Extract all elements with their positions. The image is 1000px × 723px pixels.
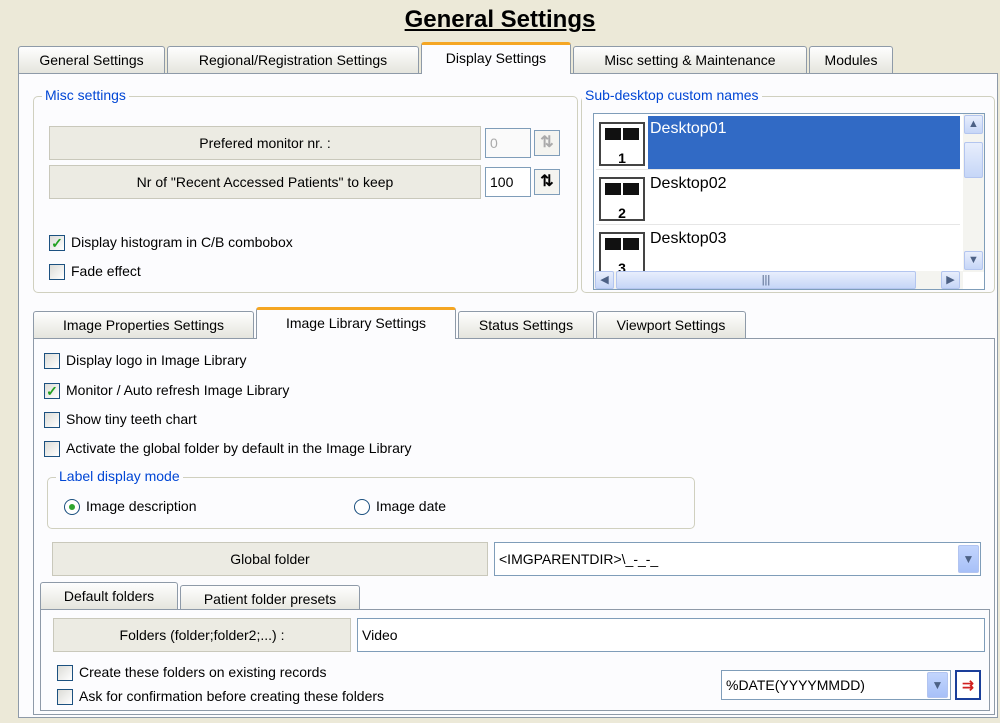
create-folders-label: Create these folders on existing records: [79, 664, 327, 680]
desktop-list[interactable]: 1 Desktop01 2 Desktop02 3 Desktop03 ▲ ▼ …: [593, 113, 985, 290]
folders-input[interactable]: Video: [357, 618, 985, 652]
desktop-icon: 1: [599, 122, 645, 166]
date-format-dropdown-icon[interactable]: ▼: [927, 672, 948, 698]
date-format-select[interactable]: %DATE(YYYYMMDD): [721, 670, 951, 700]
scroll-up-icon[interactable]: ▲: [964, 115, 983, 134]
label-mode-legend: Label display mode: [56, 468, 183, 484]
global-folder-default-label: Activate the global folder by default in…: [66, 440, 412, 456]
hscroll-thumb[interactable]: |||: [616, 271, 916, 289]
tab-general-settings[interactable]: General Settings: [18, 46, 165, 74]
scroll-left-icon[interactable]: ◀: [595, 271, 614, 289]
recent-spin-icon[interactable]: ⇅: [534, 169, 560, 195]
list-item[interactable]: 2 Desktop02: [596, 171, 960, 225]
teeth-chart-checkbox[interactable]: [44, 412, 60, 428]
misc-settings-group: Misc settings Prefered monitor nr. : 0 ⇅…: [33, 87, 578, 293]
subdesktop-group: Sub-desktop custom names 1 Desktop01 2 D…: [581, 87, 995, 293]
desktop-name: Desktop02: [650, 175, 727, 192]
global-folder-label: Global folder: [52, 542, 488, 576]
tab-misc-maintenance[interactable]: Misc setting & Maintenance: [573, 46, 807, 74]
window-title: General Settings: [404, 6, 596, 33]
global-folder-dropdown-icon[interactable]: ▼: [958, 545, 979, 573]
histogram-checkbox[interactable]: ✓: [49, 235, 65, 251]
create-folders-checkbox[interactable]: [57, 665, 73, 681]
tab-status-settings[interactable]: Status Settings: [458, 311, 594, 339]
tab-modules[interactable]: Modules: [809, 46, 893, 74]
folders-label: Folders (folder;folder2;...) :: [53, 618, 351, 652]
tab-regional-registration[interactable]: Regional/Registration Settings: [167, 46, 419, 74]
monitor-spin-icon[interactable]: ⇅: [534, 130, 560, 156]
image-library-panel: Display logo in Image Library ✓ Monitor …: [33, 338, 995, 715]
desktop-icon: 2: [599, 177, 645, 221]
radio-date-label: Image date: [376, 498, 447, 514]
teeth-chart-label: Show tiny teeth chart: [66, 411, 197, 427]
tab-image-library[interactable]: Image Library Settings: [256, 307, 456, 339]
tab-display-settings[interactable]: Display Settings: [421, 42, 571, 74]
recent-label: Nr of "Recent Accessed Patients" to keep: [49, 165, 481, 199]
vertical-scrollbar[interactable]: ▲ ▼: [963, 114, 984, 272]
logo-checkbox[interactable]: [44, 353, 60, 369]
scroll-thumb[interactable]: [964, 142, 983, 178]
auto-refresh-checkbox[interactable]: ✓: [44, 383, 60, 399]
tab-default-folders[interactable]: Default folders: [40, 582, 178, 610]
fade-label: Fade effect: [71, 263, 141, 279]
auto-refresh-label: Monitor / Auto refresh Image Library: [66, 382, 290, 398]
insert-variable-icon[interactable]: ⇉: [955, 670, 981, 700]
tab-viewport-settings[interactable]: Viewport Settings: [596, 311, 746, 339]
desktop-name: Desktop03: [650, 230, 727, 247]
histogram-label: Display histogram in C/B combobox: [71, 234, 293, 250]
fade-checkbox[interactable]: [49, 264, 65, 280]
global-folder-select[interactable]: <IMGPARENTDIR>\_-_-_: [494, 542, 981, 576]
recent-input[interactable]: 100: [485, 167, 531, 197]
label-mode-group: Label display mode Image description Ima…: [47, 468, 695, 529]
logo-label: Display logo in Image Library: [66, 352, 247, 368]
scroll-right-icon[interactable]: ▶: [941, 271, 960, 289]
default-folders-panel: Folders (folder;folder2;...) : Video Cre…: [40, 609, 990, 711]
desktop-icon: 3: [599, 232, 645, 276]
tab-image-properties[interactable]: Image Properties Settings: [33, 311, 254, 339]
list-item[interactable]: 1 Desktop01: [596, 116, 960, 170]
monitor-input[interactable]: 0: [485, 128, 531, 158]
display-settings-panel: Misc settings Prefered monitor nr. : 0 ⇅…: [18, 73, 998, 718]
radio-description-label: Image description: [86, 498, 197, 514]
radio-image-date[interactable]: [354, 499, 370, 515]
monitor-label: Prefered monitor nr. :: [49, 126, 481, 160]
scroll-down-icon[interactable]: ▼: [964, 251, 983, 270]
confirm-folders-checkbox[interactable]: [57, 689, 73, 705]
horizontal-scrollbar[interactable]: ◀ ||| ▶: [594, 271, 963, 289]
misc-settings-legend: Misc settings: [42, 87, 129, 103]
global-folder-default-checkbox[interactable]: [44, 441, 60, 457]
radio-image-description[interactable]: [64, 499, 80, 515]
subdesktop-legend: Sub-desktop custom names: [582, 87, 762, 103]
confirm-folders-label: Ask for confirmation before creating the…: [79, 688, 385, 704]
desktop-name: Desktop01: [650, 120, 727, 137]
